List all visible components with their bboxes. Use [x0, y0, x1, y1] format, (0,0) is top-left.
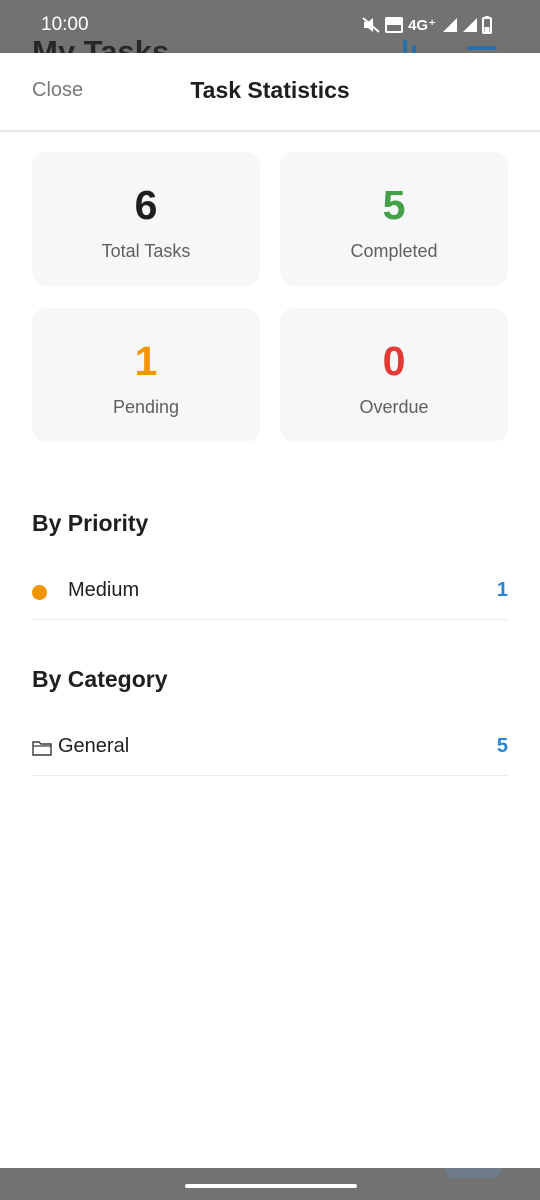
- fab-shadow: [445, 1168, 501, 1178]
- stat-card-pending: 1 Pending: [32, 308, 260, 442]
- stat-value-pending: 1: [134, 338, 158, 384]
- stat-value-overdue: 0: [382, 338, 406, 384]
- category-section-title: By Category: [32, 666, 168, 692]
- sheet-header: Close Task Statistics: [0, 53, 540, 132]
- priority-section-title: By Priority: [32, 510, 149, 536]
- stat-label-pending: Pending: [112, 397, 180, 417]
- menu-icon: [467, 46, 497, 50]
- stat-value-completed: 5: [382, 182, 406, 228]
- status-bar: My Tasks 10:00 4G⁺: [0, 0, 540, 53]
- priority-dot: [32, 585, 47, 600]
- stat-card-overdue: 0 Overdue: [280, 308, 508, 442]
- stat-label-completed: Completed: [350, 241, 438, 261]
- chart-icon: [403, 40, 416, 53]
- signal-icon-2: [463, 18, 477, 32]
- stat-card-completed: 5 Completed: [280, 152, 508, 286]
- stat-value-total: 6: [134, 182, 158, 228]
- task-statistics-sheet: Close Task Statistics 6 Total Tasks 5 Co…: [0, 53, 540, 1168]
- stat-card-total: 6 Total Tasks: [32, 152, 260, 286]
- category-count: 5: [496, 735, 508, 757]
- signal-icon: [443, 18, 457, 32]
- stat-label-total: Total Tasks: [101, 241, 191, 261]
- network-type: 4G⁺: [408, 17, 436, 34]
- priority-row-medium[interactable]: Medium 1: [32, 559, 508, 620]
- category-label: General: [58, 735, 130, 757]
- gesture-handle[interactable]: [185, 1184, 357, 1188]
- background-app-title: My Tasks: [32, 34, 170, 53]
- category-row-general[interactable]: General 5: [32, 715, 508, 776]
- priority-count: 1: [496, 579, 508, 601]
- mute-icon: [362, 17, 380, 33]
- battery-icon: [482, 16, 492, 34]
- page-title: Task Statistics: [190, 77, 350, 103]
- volte-icon: [385, 17, 404, 33]
- status-icons: 4G⁺: [362, 16, 492, 34]
- priority-label: Medium: [68, 579, 140, 601]
- folder-icon: [32, 741, 52, 756]
- stat-label-overdue: Overdue: [359, 397, 429, 417]
- navigation-bar: [0, 1168, 540, 1200]
- status-time: 10:00: [41, 14, 89, 35]
